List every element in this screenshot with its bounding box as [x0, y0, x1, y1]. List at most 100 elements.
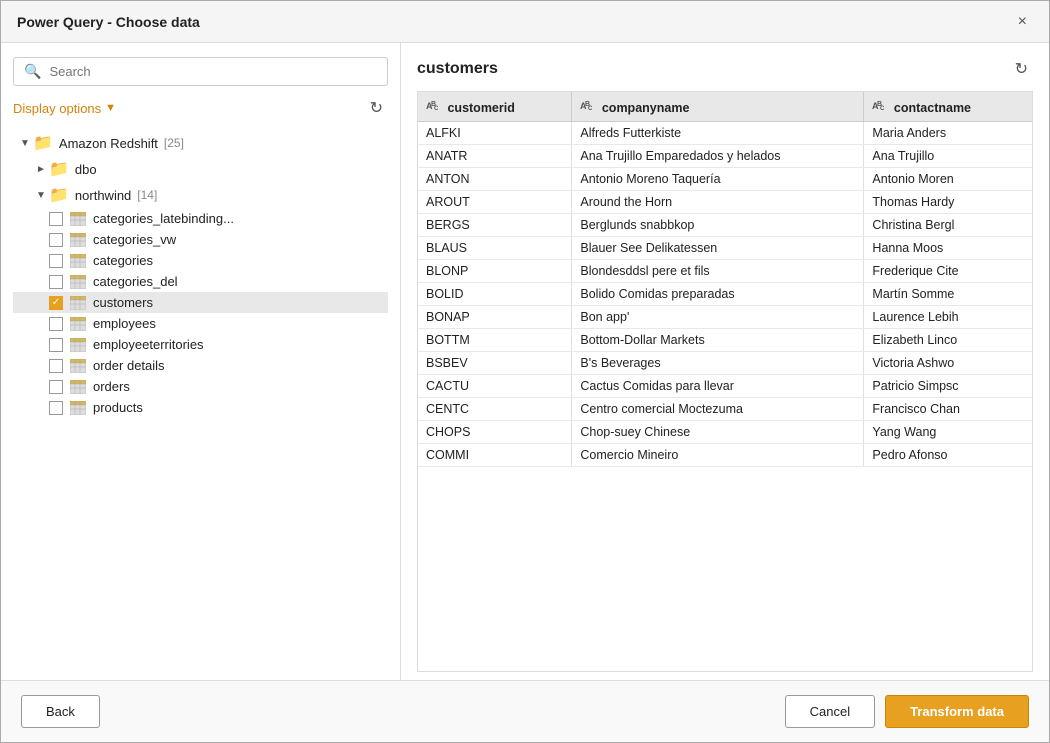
tree-label-amazon: Amazon Redshift: [59, 136, 158, 151]
col-header-customerid[interactable]: A B C customerid: [418, 92, 572, 122]
search-input[interactable]: [49, 64, 377, 79]
display-options-button[interactable]: Display options ▼: [13, 101, 116, 116]
tree-item-northwind[interactable]: ▼ 📁 northwind [14]: [13, 182, 388, 208]
tree-item-employees[interactable]: employees: [13, 313, 388, 334]
folder-icon-dbo: 📁: [49, 159, 69, 179]
checkbox-categories-latebinding[interactable]: [49, 212, 63, 226]
table-row: AROUTAround the HornThomas Hardy: [418, 191, 1032, 214]
table-title: customers: [417, 60, 498, 78]
tree-item-categories-vw[interactable]: categories_vw: [13, 229, 388, 250]
table-cell: Cactus Comidas para llevar: [572, 375, 864, 398]
checkbox-orders[interactable]: [49, 380, 63, 394]
table-row: ALFKIAlfreds FutterkisteMaria Anders: [418, 122, 1032, 145]
tree-container[interactable]: ▼ 📁 Amazon Redshift [25] ► 📁 dbo ▼ 📁 nor…: [13, 130, 388, 672]
right-buttons: Cancel Transform data: [785, 695, 1029, 728]
tree-label-order-details: order details: [93, 358, 165, 373]
table-cell: AROUT: [418, 191, 572, 214]
table-scroll-container[interactable]: A B C customerid: [418, 92, 1032, 671]
tree-item-order-details[interactable]: order details: [13, 355, 388, 376]
tree-label-categories-del: categories_del: [93, 274, 178, 289]
tree-item-amazon[interactable]: ▼ 📁 Amazon Redshift [25]: [13, 130, 388, 156]
expand-icon: ▼: [17, 138, 33, 149]
table-cell: Ana Trujillo: [864, 145, 1032, 168]
table-cell: Maria Anders: [864, 122, 1032, 145]
table-cell: Hanna Moos: [864, 237, 1032, 260]
table-cell: BLAUS: [418, 237, 572, 260]
table-cell: ANATR: [418, 145, 572, 168]
table-cell: Blauer See Delikatessen: [572, 237, 864, 260]
table-row: BONAPBon app'Laurence Lebih: [418, 306, 1032, 329]
col-header-contactname-label: contactname: [894, 101, 971, 115]
back-button[interactable]: Back: [21, 695, 100, 728]
chevron-down-icon: ▼: [105, 102, 116, 114]
svg-text:C: C: [880, 106, 885, 112]
table-cell: Centro comercial Moctezuma: [572, 398, 864, 421]
tree-label-products: products: [93, 400, 143, 415]
checkbox-categories[interactable]: [49, 254, 63, 268]
table-cell: B's Beverages: [572, 352, 864, 375]
left-refresh-button[interactable]: ↻: [365, 96, 388, 120]
tree-count-northwind: [14]: [137, 188, 157, 202]
table-cell: Patricio Simpsc: [864, 375, 1032, 398]
table-icon: [69, 212, 87, 226]
table-row: CHOPSChop-suey ChineseYang Wang: [418, 421, 1032, 444]
checkbox-products[interactable]: [49, 401, 63, 415]
svg-text:C: C: [588, 106, 593, 112]
tree-item-categories-latebinding[interactable]: categories_latebinding...: [13, 208, 388, 229]
table-icon-cat: [69, 254, 87, 268]
table-cell: BOTTM: [418, 329, 572, 352]
tree-item-customers[interactable]: customers: [13, 292, 388, 313]
table-row: BERGSBerglunds snabbkopChristina Bergl: [418, 214, 1032, 237]
table-icon-vw: [69, 233, 87, 247]
transform-data-button[interactable]: Transform data: [885, 695, 1029, 728]
col-type-icon-customerid: A B C: [426, 98, 440, 112]
tree-label-northwind: northwind: [75, 188, 131, 203]
table-cell: Bon app': [572, 306, 864, 329]
main-content: 🔍 Display options ▼ ↻ ▼ 📁 Amazon Redshif…: [1, 43, 1049, 680]
table-cell: BSBEV: [418, 352, 572, 375]
tree-label-customers: customers: [93, 295, 153, 310]
tree-label-orders: orders: [93, 379, 130, 394]
svg-text:C: C: [434, 106, 439, 112]
table-icon-products: [69, 401, 87, 415]
table-cell: Victoria Ashwo: [864, 352, 1032, 375]
tree-item-categories-del[interactable]: categories_del: [13, 271, 388, 292]
tree-count-amazon: [25]: [164, 136, 184, 150]
checkbox-categories-vw[interactable]: [49, 233, 63, 247]
tree-item-employeeterritories[interactable]: employeeterritories: [13, 334, 388, 355]
checkbox-employeeterritories[interactable]: [49, 338, 63, 352]
expand-icon-dbo: ►: [33, 164, 49, 175]
table-icon-orders: [69, 380, 87, 394]
checkbox-customers[interactable]: [49, 296, 63, 310]
col-header-companyname[interactable]: A B C companyname: [572, 92, 864, 122]
table-cell: Frederique Cite: [864, 260, 1032, 283]
expand-icon-northwind: ▼: [33, 190, 49, 201]
data-table: A B C customerid: [418, 92, 1032, 467]
checkbox-categories-del[interactable]: [49, 275, 63, 289]
table-row: ANTONAntonio Moreno TaqueríaAntonio More…: [418, 168, 1032, 191]
col-header-customerid-label: customerid: [447, 101, 514, 115]
tree-item-products[interactable]: products: [13, 397, 388, 418]
table-cell: Bottom-Dollar Markets: [572, 329, 864, 352]
table-cell: Elizabeth Linco: [864, 329, 1032, 352]
table-refresh-button[interactable]: ↻: [1010, 57, 1033, 81]
tree-item-categories[interactable]: categories: [13, 250, 388, 271]
cancel-button[interactable]: Cancel: [785, 695, 875, 728]
tree-label-dbo: dbo: [75, 162, 97, 177]
tree-item-dbo[interactable]: ► 📁 dbo: [13, 156, 388, 182]
table-cell: Christina Bergl: [864, 214, 1032, 237]
checkbox-order-details[interactable]: [49, 359, 63, 373]
col-header-contactname[interactable]: A B C contactname: [864, 92, 1032, 122]
table-cell: Comercio Mineiro: [572, 444, 864, 467]
table-row: COMMIComercio MineiroPedro Afonso: [418, 444, 1032, 467]
checkbox-employees[interactable]: [49, 317, 63, 331]
table-icon-order-details: [69, 359, 87, 373]
display-options-row: Display options ▼ ↻: [13, 96, 388, 120]
tree-label-categories-latebinding: categories_latebinding...: [93, 211, 234, 226]
tree-item-orders[interactable]: orders: [13, 376, 388, 397]
table-cell: Antonio Moreno Taquería: [572, 168, 864, 191]
table-cell: Laurence Lebih: [864, 306, 1032, 329]
table-cell: Chop-suey Chinese: [572, 421, 864, 444]
table-row: ANATRAna Trujillo Emparedados y heladosA…: [418, 145, 1032, 168]
close-button[interactable]: ×: [1012, 11, 1033, 33]
